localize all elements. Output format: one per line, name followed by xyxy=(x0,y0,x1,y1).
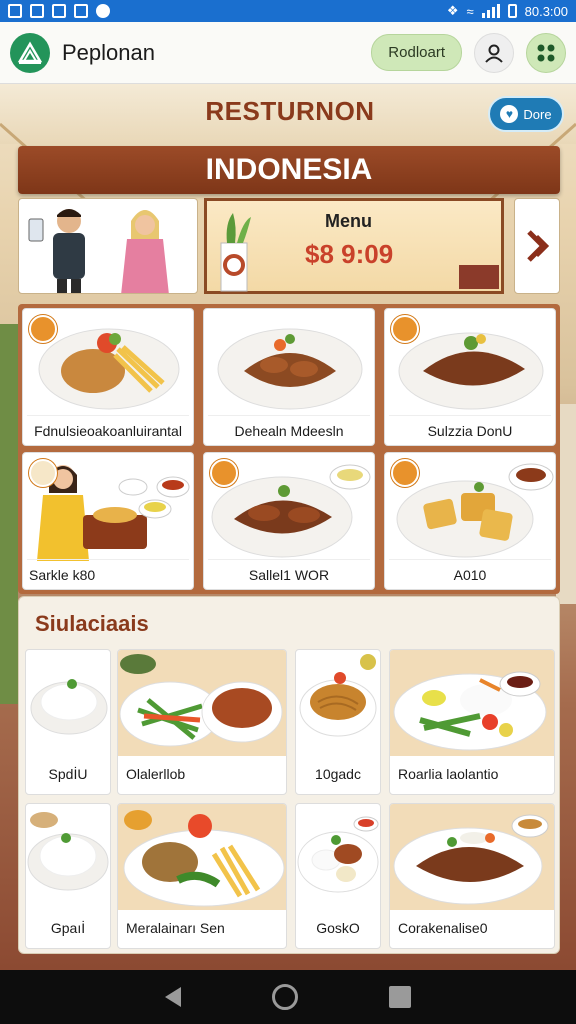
dish-photo xyxy=(118,804,286,910)
dish-photo xyxy=(299,654,377,737)
grid-icon xyxy=(537,44,555,61)
dish-photo xyxy=(297,816,379,893)
menu-price: $8 9:09 xyxy=(305,239,394,269)
menu-board[interactable]: Menu $8 9:09 xyxy=(204,198,504,294)
similar-item[interactable]: Meralainarı Sen xyxy=(117,803,287,949)
dish-name: Sallel1 WOR xyxy=(208,559,370,589)
dish-grid: Fdnulsieoakoanluirantal Dehealn Mdeesln … xyxy=(18,304,560,594)
similar-item-name: Meralainarı Sen xyxy=(126,920,225,936)
notification-icon xyxy=(30,4,44,18)
language-button[interactable]: ♥ Dore xyxy=(488,96,564,132)
app-logo-icon[interactable] xyxy=(10,32,50,73)
app-header: Peplonan Rodloart xyxy=(0,22,576,84)
similar-item[interactable]: Corakenalise0 xyxy=(389,803,555,949)
similar-item[interactable]: Olalerllob xyxy=(117,649,287,795)
similar-item[interactable]: 10gadc xyxy=(295,649,381,795)
similar-section: Siulaciaais SpdİU Olalerllob 10gadc Roar… xyxy=(18,596,560,954)
dish-photo xyxy=(217,328,363,410)
chevron-right-icon xyxy=(527,230,550,262)
image-icon xyxy=(74,4,88,18)
system-nav-bar xyxy=(0,970,576,1024)
apps-button[interactable] xyxy=(526,32,566,73)
badge-icon xyxy=(29,315,57,343)
home-icon[interactable] xyxy=(271,984,298,1010)
back-icon[interactable] xyxy=(165,987,182,1007)
similar-item-name: Roarlia laolantio xyxy=(398,766,499,782)
dish-name: Sulzzia DonU xyxy=(389,415,551,445)
dish-card[interactable]: Fdnulsieoakoanluirantal xyxy=(22,308,194,446)
signal-icon xyxy=(481,4,500,18)
menu-box xyxy=(459,265,499,289)
similar-item-name: Gpаıİ xyxy=(50,920,86,936)
dish-card[interactable]: Sallel1 WOR xyxy=(203,452,375,590)
dish-photo xyxy=(390,650,554,756)
header-action-button[interactable]: Rodloart xyxy=(371,34,462,71)
bluetooth-icon: ❖ xyxy=(446,3,459,18)
similar-item-name: GoskO xyxy=(316,920,360,936)
similar-item-name: 10gadc xyxy=(315,766,361,782)
similar-title: Siulaciaais xyxy=(35,611,149,636)
dish-name: Dehealn Mdeesln xyxy=(208,415,370,445)
notification-icon xyxy=(52,4,66,18)
dish-photo xyxy=(27,812,109,891)
dish-card[interactable]: Dehealn Mdeesln xyxy=(203,308,375,446)
profile-button[interactable] xyxy=(474,32,514,73)
similar-item[interactable]: SpdİU xyxy=(25,649,111,795)
status-bar: ❖ ≈ 80.3:00 xyxy=(0,0,576,22)
dish-card[interactable]: Sulzzia DonU xyxy=(384,308,556,446)
plant-icon xyxy=(220,213,251,292)
user-icon xyxy=(485,44,503,63)
similar-item-name: Olalerllob xyxy=(126,766,186,782)
dish-name: Fdnulsieoakoanluirantal xyxy=(27,415,189,445)
heart-icon: ♥ xyxy=(500,105,519,123)
dish-photo xyxy=(30,679,108,735)
badge-icon xyxy=(210,459,238,487)
recent-apps-icon[interactable] xyxy=(388,986,411,1008)
badge-icon xyxy=(29,459,57,487)
dish-name: Sarkle k80 xyxy=(27,559,189,589)
hosts-illustration xyxy=(18,198,198,294)
notification-icon xyxy=(8,4,22,18)
restaurant-sign: RESTURNON xyxy=(205,96,375,126)
similar-item[interactable]: Gpаıİ xyxy=(25,803,111,949)
similar-item[interactable]: Roarlia laolantio xyxy=(389,649,555,795)
clock: 80.3:00 xyxy=(524,3,568,19)
dish-name: A010 xyxy=(389,559,551,589)
app-title: Peplonan xyxy=(62,39,155,65)
similar-item[interactable]: GoskO xyxy=(295,803,381,949)
badge-icon xyxy=(391,459,419,487)
badge-icon xyxy=(391,315,419,343)
similar-item-name: Corakenalise0 xyxy=(398,920,488,936)
menu-label: Menu xyxy=(325,211,372,231)
dish-card[interactable]: Sarkle k80 xyxy=(22,452,194,590)
globe-icon xyxy=(96,4,110,18)
next-button[interactable] xyxy=(514,198,560,294)
wifi-icon: ≈ xyxy=(466,3,474,19)
battery-icon xyxy=(507,4,517,18)
dish-photo xyxy=(390,804,554,910)
cuisine-banner: INDONESIA xyxy=(18,146,560,194)
dish-photo xyxy=(118,650,286,756)
similar-item-name: SpdİU xyxy=(48,766,88,782)
dish-card[interactable]: A010 xyxy=(384,452,556,590)
